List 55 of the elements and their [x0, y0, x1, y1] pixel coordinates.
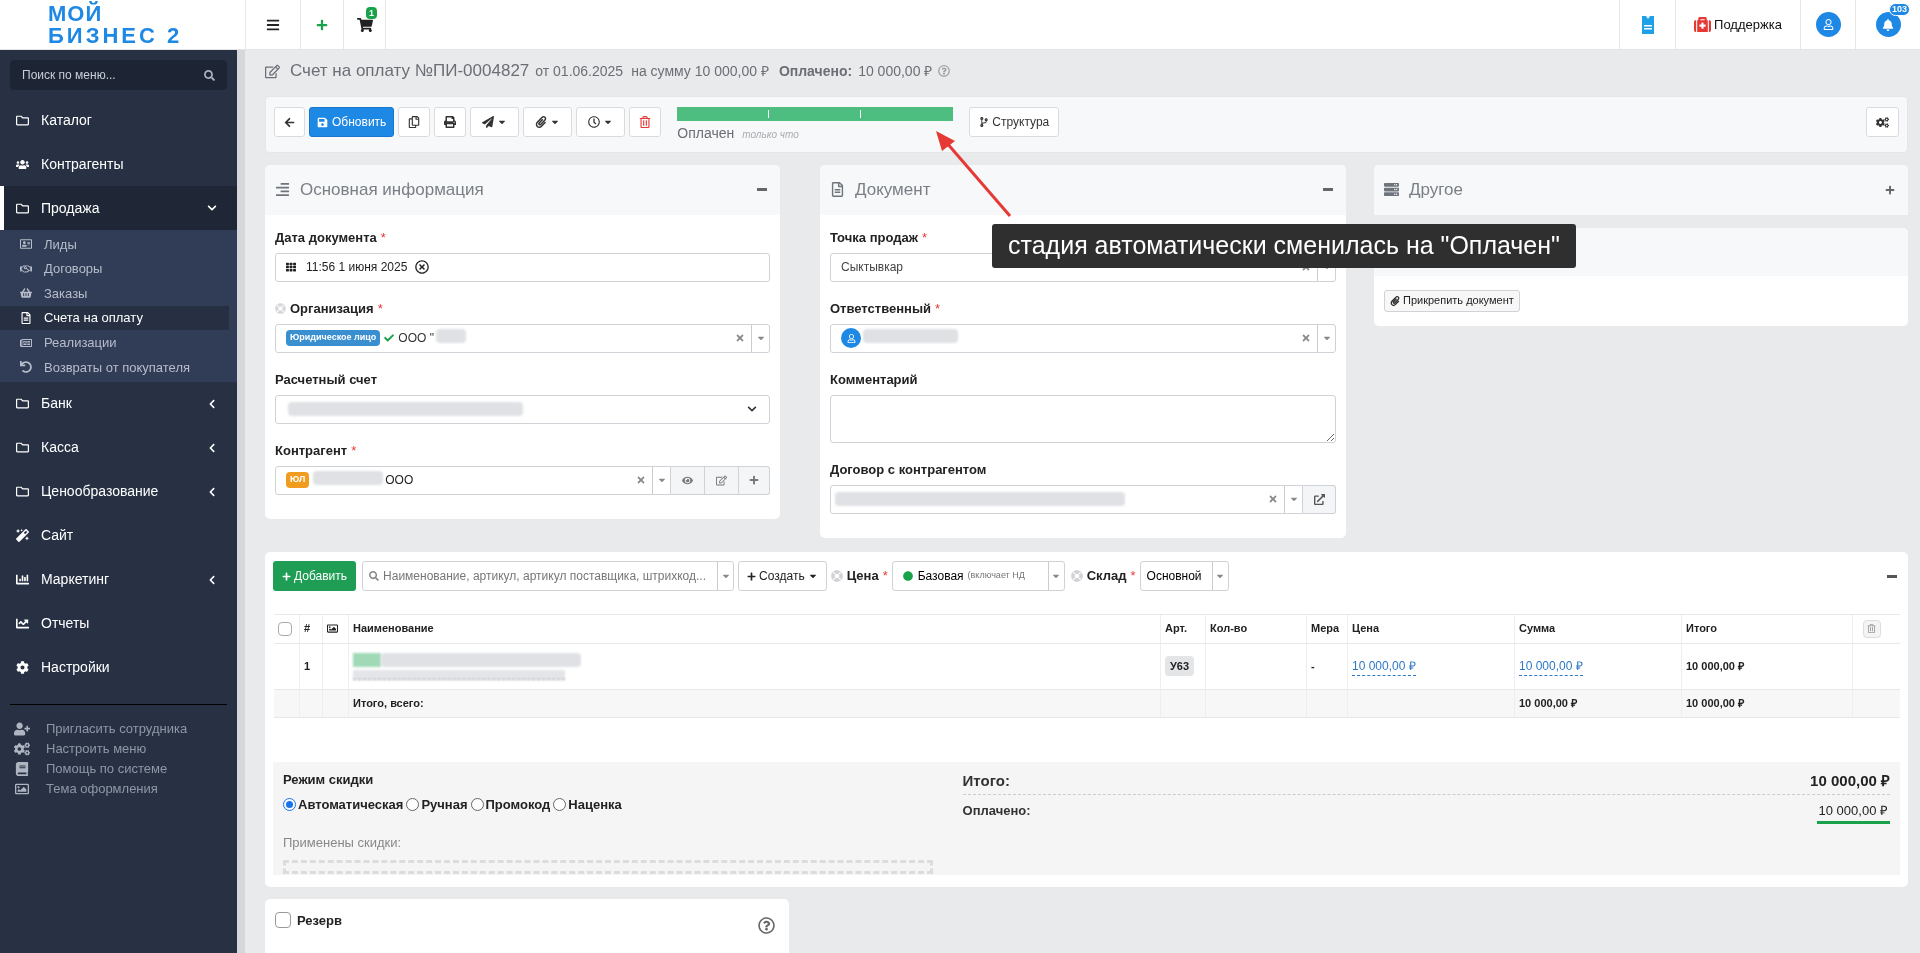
- column-header: #: [304, 621, 311, 637]
- required-mark: *: [1130, 567, 1136, 586]
- field-label: Дата документа: [275, 228, 377, 247]
- table-cell-text: 1: [304, 658, 311, 674]
- document-title: Счет на оплату №ПИ-0004827: [290, 60, 530, 83]
- legal-entity-tag: Юридическое лицо: [286, 330, 381, 346]
- column-header: Цена: [1352, 621, 1380, 637]
- field-label: Расчетный счет: [275, 370, 378, 389]
- price-label: Цена: [846, 567, 879, 586]
- field-label: Точка продаж: [830, 228, 918, 247]
- warehouse-label: Склад: [1086, 567, 1127, 586]
- document-amount: на сумму 10 000,00 ₽: [631, 61, 769, 81]
- column-header: Мера: [1311, 621, 1340, 637]
- entity-type-tag: ЮЛ: [286, 472, 310, 488]
- stage-time: только что: [742, 128, 799, 143]
- field-label: Комментарий: [830, 370, 918, 389]
- column-header: Сумма: [1519, 621, 1556, 637]
- field-label: Ответственный: [830, 299, 931, 318]
- notifications-badge: 103: [1888, 3, 1910, 16]
- table-cell-text: 10 000,00 ₽: [1519, 695, 1577, 711]
- panel-title: Другое: [1409, 178, 1464, 201]
- total-value: 10 000,00 ₽: [1810, 770, 1890, 791]
- required-mark: *: [351, 441, 357, 460]
- field-label: Договор с контрагентом: [830, 460, 987, 479]
- article-tag: У63: [1165, 655, 1195, 677]
- paid-amount: 10 000,00 ₽: [858, 61, 933, 81]
- table-cell-text: 10 000,00 ₽: [1686, 658, 1744, 674]
- field-label: Контрагент: [275, 441, 348, 460]
- total-label: Итого:: [962, 770, 1011, 791]
- cart-badge: 1: [366, 7, 377, 19]
- required-mark: *: [921, 228, 927, 247]
- column-header: Кол-во: [1210, 621, 1248, 637]
- document-date: от 01.06.2025: [535, 61, 624, 81]
- panel-title: Основная информация: [300, 178, 485, 201]
- column-header: Итого: [1686, 621, 1718, 637]
- logo-text: БИЗНЕС 2: [48, 24, 184, 47]
- required-mark: *: [377, 299, 383, 318]
- annotation-tooltip: стадия автоматически сменилась на "Оплачен": [992, 224, 1576, 268]
- table-cell-text: Итого, всего:: [353, 695, 424, 711]
- section-title: Режим скидки: [283, 770, 375, 789]
- column-header: Арт.: [1165, 621, 1187, 637]
- stage-label: Оплачен: [677, 124, 735, 144]
- required-mark: *: [935, 299, 941, 318]
- paid-label: Оплачено:: [962, 802, 1032, 821]
- column-header: Наименование: [353, 621, 434, 637]
- table-cell-text: 10 000,00 ₽: [1686, 695, 1744, 711]
- panel-title: Документ: [855, 178, 932, 201]
- paid-label: Оплачено:: [778, 61, 853, 81]
- required-mark: *: [882, 567, 888, 586]
- applied-discounts-label: Применены скидки:: [283, 833, 403, 852]
- paid-value: 10 000,00 ₽: [1816, 801, 1890, 824]
- field-label: Организация: [290, 299, 374, 318]
- table-cell-text: -: [1311, 658, 1315, 674]
- required-mark: *: [380, 228, 386, 247]
- logo-text: МОЙ: [48, 2, 104, 25]
